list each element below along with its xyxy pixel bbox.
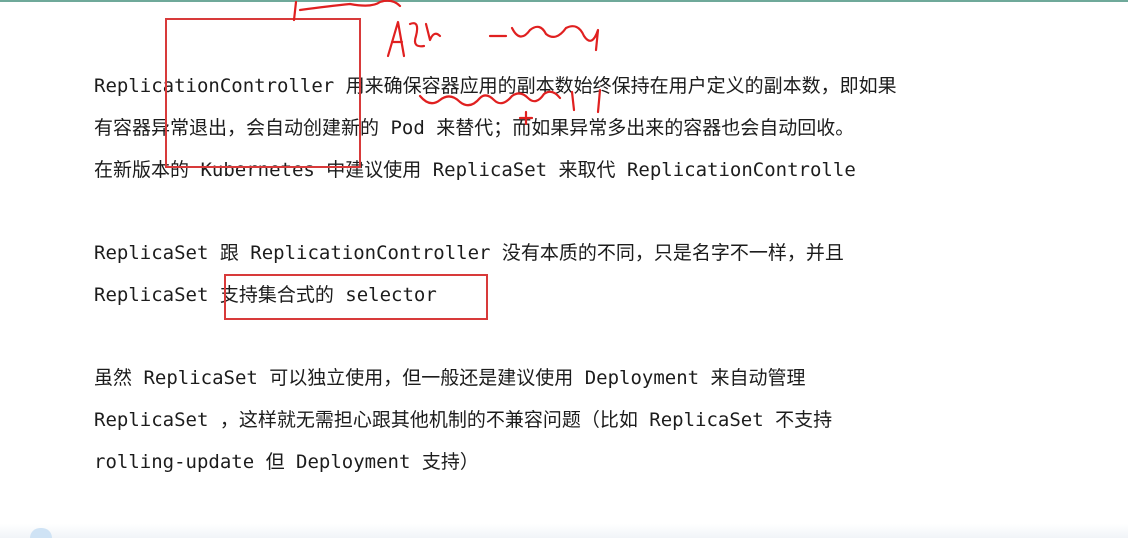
- highlight-box-selector: [224, 274, 488, 320]
- top-border: [0, 0, 1128, 2]
- scribble-mark-c: [488, 25, 600, 52]
- paragraph-3-line-1: 虽然 ReplicaSet 可以独立使用，但一般还是建议使用 Deploymen…: [94, 367, 806, 389]
- bottom-shade: [0, 524, 1128, 538]
- highlight-box-replicationcontroller: [165, 18, 361, 168]
- paragraph-2-line-1: ReplicaSet 跟 ReplicationController 没有本质的…: [94, 242, 844, 264]
- scribble-mark-a: [386, 20, 426, 58]
- scribble-mark-b: [424, 22, 442, 42]
- document-page: ReplicationController 用来确保容器应用的副本数始终保持在用…: [0, 0, 1128, 538]
- paragraph-3-line-3: rolling-update 但 Deployment 支持）: [94, 451, 479, 473]
- paragraph-3-line-2: ReplicaSet ，这样就无需担心跟其他机制的不兼容问题（比如 Replic…: [94, 409, 833, 431]
